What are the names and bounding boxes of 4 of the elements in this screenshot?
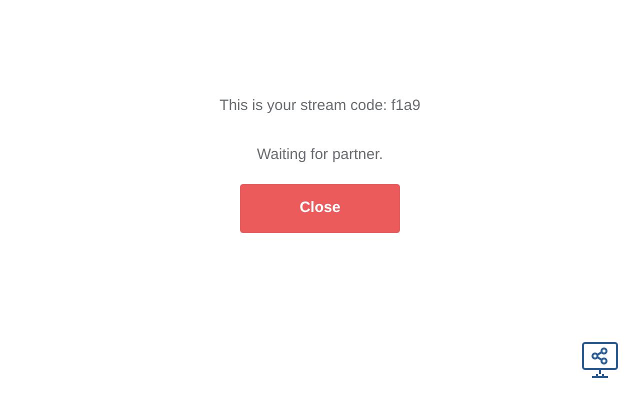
stream-code-text: This is your stream code: f1a9 xyxy=(220,96,420,116)
screen-share-icon[interactable] xyxy=(582,342,618,378)
close-button[interactable]: Close xyxy=(240,184,400,233)
status-text: Waiting for partner. xyxy=(256,144,384,164)
